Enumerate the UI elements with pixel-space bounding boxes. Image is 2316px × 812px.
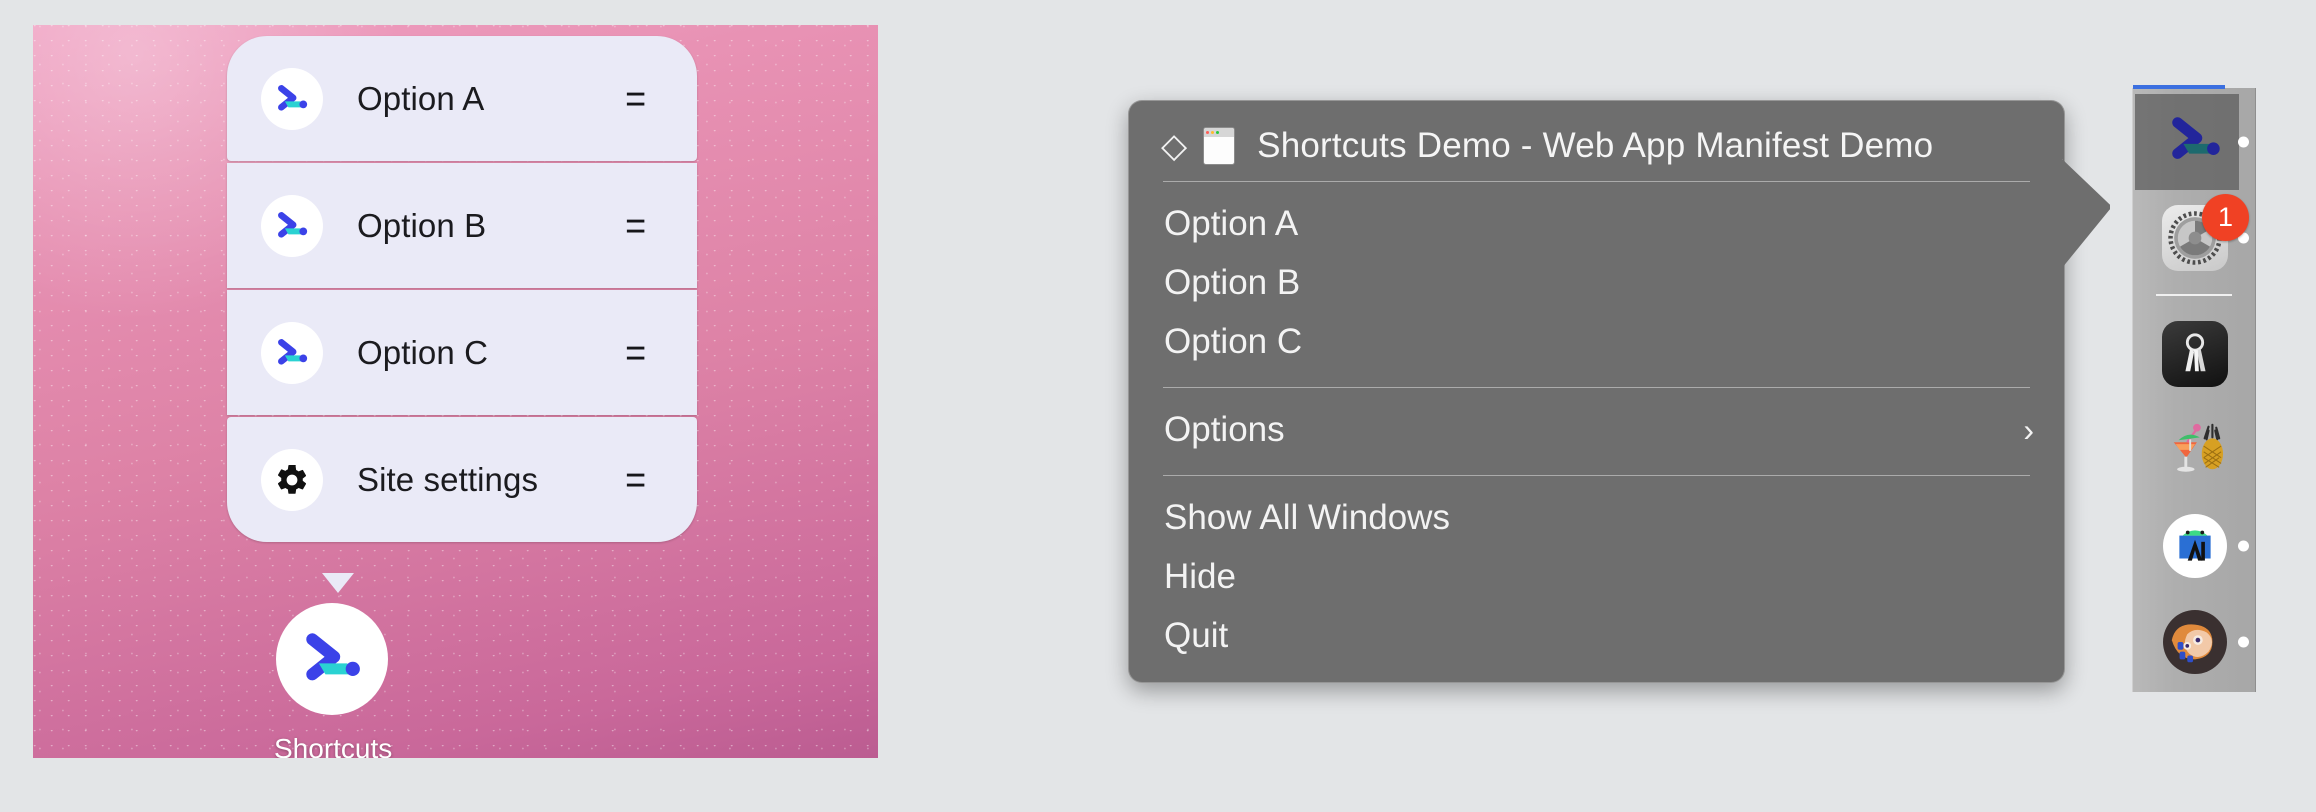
gear-icon [261,449,323,511]
dock-item-system-settings[interactable]: 1 [2133,190,2257,286]
dock-item-cocktail-pineapple[interactable] [2133,402,2257,498]
running-indicator-dot [2238,541,2249,552]
running-indicator-dot [2238,137,2249,148]
drag-handle-icon[interactable]: = [625,79,646,119]
drag-handle-icon[interactable]: = [625,206,646,246]
menu-item-label: Show All Windows [1164,498,1450,538]
running-indicator-dot [2238,637,2249,648]
context-menu-title: Shortcuts Demo - Web App Manifest Demo [1257,126,1933,166]
shortcut-label: Option C [357,334,624,372]
dock-item-gimp[interactable] [2133,594,2257,690]
menu-item-label: Option C [1164,322,1302,362]
menu-group-options: Options › [1129,388,2064,459]
android-studio-icon [2163,514,2227,578]
notification-badge: 1 [2202,194,2249,241]
menu-item-options[interactable]: Options › [1129,400,2064,459]
keys-icon [2162,321,2228,387]
shortcut-item-option-a[interactable]: Option A = [227,36,697,161]
menu-item-quit[interactable]: Quit [1129,606,2064,665]
window-icon [1203,127,1235,165]
android-home-screen-panel: Option A = Option B = [33,25,878,758]
dock-item-shortcuts-demo[interactable] [2133,94,2257,190]
menu-group-shortcuts: Option A Option B Option C [1129,182,2064,371]
shortcut-label: Site settings [357,461,624,499]
drag-handle-icon[interactable]: = [625,460,646,500]
drag-handle-icon[interactable]: = [625,333,646,373]
menu-item-option-b[interactable]: Option B [1129,253,2064,312]
chevron-right-icon: › [2023,414,2034,446]
menu-item-option-a[interactable]: Option A [1129,194,2064,253]
shortcut-item-site-settings[interactable]: Site settings = [227,417,697,542]
shortcut-item-option-c[interactable]: Option C = [227,290,697,415]
shortcuts-app-icon[interactable] [276,603,388,715]
menu-item-label: Option B [1164,263,1300,303]
popup-pointer-tail [322,573,354,593]
menu-item-hide[interactable]: Hide [1129,547,2064,606]
menu-item-show-all-windows[interactable]: Show All Windows [1129,488,2064,547]
gimp-icon [2163,610,2227,674]
dock-item-keychain-access[interactable] [2133,306,2257,402]
shortcuts-app-icon [2164,109,2226,176]
dock-context-menu: ◇ Shortcuts Demo - Web App Manifest Demo… [1128,100,2065,683]
menu-item-label: Options [1164,410,1285,450]
shortcut-label: Option B [357,207,624,245]
context-menu-header: ◇ Shortcuts Demo - Web App Manifest Demo [1129,101,2064,163]
macos-dock: 1 [2132,88,2256,692]
shortcut-label: Option A [357,80,624,118]
shortcut-item-option-b[interactable]: Option B = [227,163,697,288]
dock-divider [2156,294,2232,296]
menu-item-label: Option A [1164,204,1298,244]
menu-item-label: Quit [1164,616,1228,656]
diamond-icon: ◇ [1161,129,1187,163]
menu-item-option-c[interactable]: Option C [1129,312,2064,371]
shortcuts-app-icon [261,195,323,257]
context-menu-pointer-tail [2062,159,2110,268]
app-shortcuts-popup: Option A = Option B = [227,36,697,542]
dock-item-android-studio[interactable] [2133,498,2257,594]
shortcuts-app-icon [261,322,323,384]
dock-item-list: 1 [2133,88,2255,690]
menu-group-window-actions: Show All Windows Hide Quit [1129,476,2064,665]
screenshot-root: Option A = Option B = [0,0,2316,812]
shortcuts-app-icon [261,68,323,130]
home-screen-app-shortcuts[interactable]: Shortcuts [274,603,390,758]
home-screen-app-label: Shortcuts [274,733,390,758]
menu-item-label: Hide [1164,557,1236,597]
cocktail-pineapple-icon [2164,419,2226,482]
